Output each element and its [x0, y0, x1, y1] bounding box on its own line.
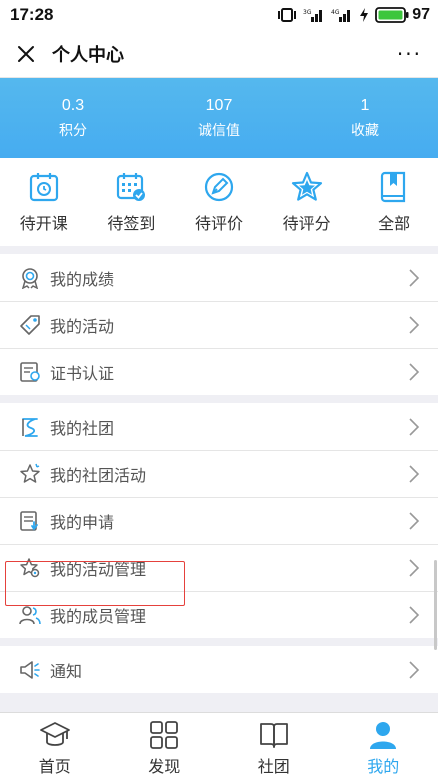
- filter-pending-start[interactable]: 待开课: [0, 170, 88, 246]
- signal-4g-icon: 4G: [331, 8, 353, 22]
- grid-icon: [150, 721, 179, 749]
- filter-pending-review[interactable]: 待评价: [175, 170, 263, 246]
- tab-home[interactable]: 首页: [0, 713, 110, 779]
- speaker-icon: [18, 658, 42, 682]
- menu-group-academic: 我的成绩 我的活动 证书认证: [0, 254, 438, 395]
- tag-icon: [18, 313, 42, 337]
- chevron-right-icon: [409, 606, 420, 624]
- close-icon: [18, 45, 34, 62]
- filter-pending-score[interactable]: 待评分: [263, 170, 351, 246]
- net2-label: 4G: [331, 9, 340, 16]
- open-book-icon: [259, 723, 288, 748]
- menu-item-label: 我的社团活动: [50, 465, 147, 485]
- filter-label: 待开课: [19, 214, 68, 233]
- menu-item-label: 我的活动管理: [50, 559, 147, 579]
- charging-icon: [359, 8, 369, 22]
- stat-label: 收藏: [351, 122, 379, 139]
- menu-group-club: 我的社团 我的社团活动 我的申请 我的活动管理 我的成员管理: [0, 403, 438, 638]
- application-icon: [18, 509, 42, 533]
- menu-item-notifications[interactable]: 通知: [0, 646, 438, 693]
- stats-banner: 0.3 积分 107 诚信值 1 收藏: [0, 78, 438, 158]
- status-icons: 3G 4G 97: [277, 6, 430, 24]
- filter-pending-checkin[interactable]: 待签到: [88, 170, 176, 246]
- chevron-right-icon: [409, 512, 420, 530]
- stat-label: 诚信值: [198, 122, 240, 139]
- book-icon: [381, 171, 406, 203]
- filter-label: 待评分: [282, 214, 331, 233]
- menu-item-label: 我的申请: [50, 512, 115, 532]
- chevron-right-icon: [409, 418, 420, 436]
- tab-discover[interactable]: 发现: [110, 713, 220, 779]
- chevron-right-icon: [409, 465, 420, 483]
- star-icon: [291, 171, 322, 201]
- title-bar: 个人中心 ···: [0, 30, 438, 78]
- star-outline-icon: [18, 462, 42, 486]
- graduation-cap-icon: [39, 722, 70, 746]
- stat-value: 1: [360, 96, 370, 114]
- net1-label: 3G: [303, 9, 312, 16]
- menu-item-my-applications[interactable]: 我的申请: [0, 497, 438, 544]
- filter-label: 待签到: [107, 214, 156, 233]
- chevron-right-icon: [409, 363, 420, 381]
- stat-value: 0.3: [61, 96, 85, 114]
- menu-item-club-activities[interactable]: 我的社团活动: [0, 450, 438, 497]
- filter-label: 全部: [378, 214, 411, 233]
- menu-item-my-activities[interactable]: 我的活动: [0, 301, 438, 348]
- stat-label: 积分: [59, 122, 87, 139]
- battery-icon: [375, 7, 409, 23]
- menu-item-certificate[interactable]: 证书认证: [0, 348, 438, 395]
- vibrate-icon: [277, 8, 297, 22]
- filter-all[interactable]: 全部: [350, 170, 438, 246]
- close-button[interactable]: [14, 42, 38, 66]
- menu-item-my-club[interactable]: 我的社团: [0, 403, 438, 450]
- certificate-icon: [18, 360, 42, 384]
- tab-club[interactable]: 社团: [219, 713, 329, 779]
- status-bar: 17:28 3G 4G 97: [0, 0, 438, 30]
- stat-integrity[interactable]: 107 诚信值: [146, 78, 292, 158]
- signal-3g-icon: 3G: [303, 8, 325, 22]
- tab-label: 社团: [257, 757, 290, 776]
- tab-label: 首页: [38, 757, 71, 776]
- menu-item-label: 我的成绩: [50, 269, 115, 289]
- menu-item-member-management[interactable]: 我的成员管理: [0, 591, 438, 638]
- stat-value: 107: [205, 96, 233, 114]
- menu-group-notice: 通知: [0, 646, 438, 693]
- stat-points[interactable]: 0.3 积分: [0, 78, 146, 158]
- menu-item-label: 证书认证: [50, 363, 115, 383]
- status-time: 17:28: [10, 5, 54, 24]
- club-icon: [18, 415, 42, 439]
- menu-item-my-scores[interactable]: 我的成绩: [0, 254, 438, 301]
- menu-item-label: 通知: [50, 661, 83, 681]
- stat-favorites[interactable]: 1 收藏: [292, 78, 438, 158]
- chevron-right-icon: [409, 269, 420, 287]
- tab-label: 发现: [148, 757, 181, 776]
- medal-icon: [18, 266, 42, 290]
- filter-label: 待评价: [194, 214, 243, 233]
- menu-item-activity-management[interactable]: 我的活动管理: [0, 544, 438, 591]
- chevron-right-icon: [409, 661, 420, 679]
- scrollbar[interactable]: [434, 560, 437, 650]
- pen-circle-icon: [204, 172, 234, 202]
- members-icon: [18, 603, 42, 627]
- menu-item-label: 我的成员管理: [50, 606, 147, 626]
- tab-mine[interactable]: 我的: [329, 713, 438, 779]
- menu-item-label: 我的活动: [50, 316, 115, 336]
- battery-level: 97: [412, 6, 430, 23]
- chevron-right-icon: [409, 316, 420, 334]
- menu-item-label: 我的社团: [50, 418, 115, 438]
- tab-label: 我的: [367, 757, 400, 776]
- chevron-right-icon: [409, 559, 420, 577]
- course-filter-bar: 待开课 待签到 待评价 待评分 全部: [0, 158, 438, 246]
- page-title: 个人中心: [52, 44, 124, 66]
- battery-indicator: 97: [375, 6, 430, 24]
- person-icon: [370, 722, 397, 749]
- bottom-nav: 首页 发现 社团 我的: [0, 712, 438, 779]
- calendar-check-icon: [117, 173, 146, 201]
- calendar-clock-icon: [29, 173, 58, 202]
- more-options-button[interactable]: ···: [397, 42, 422, 66]
- star-gear-icon: [18, 556, 42, 580]
